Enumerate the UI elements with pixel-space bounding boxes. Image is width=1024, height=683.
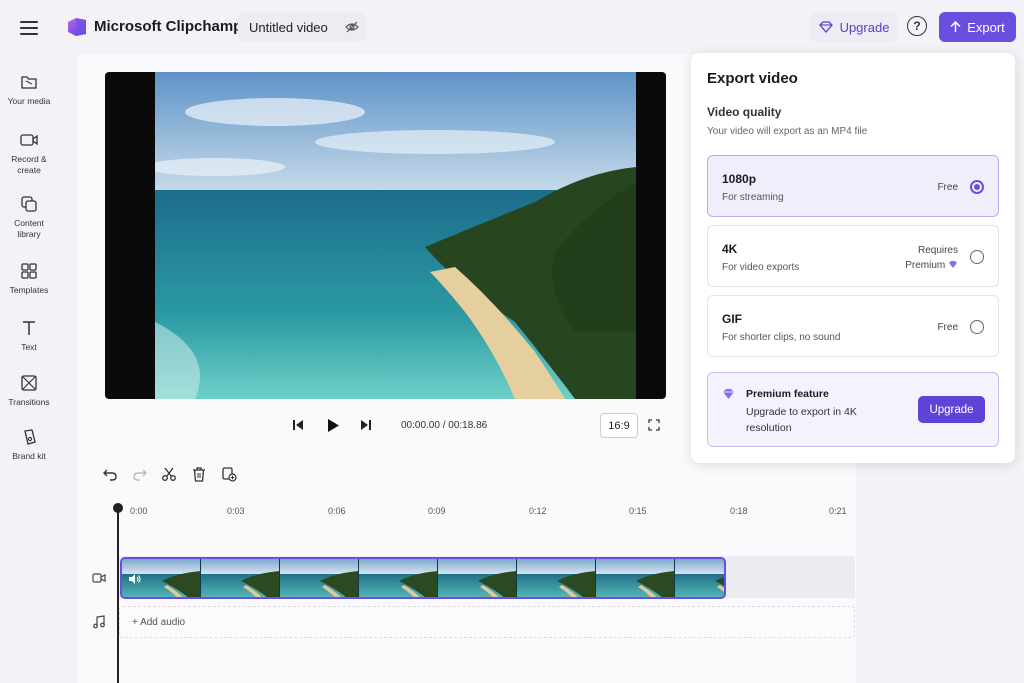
- app-name: Microsoft Clipchamp: [94, 18, 243, 35]
- option-tag: Requires Premium: [905, 243, 958, 273]
- export-button[interactable]: Export: [939, 12, 1016, 42]
- ruler-tick-label: 0:06: [328, 506, 346, 516]
- ruler-tick-label: 0:09: [428, 506, 446, 516]
- option-description: For streaming: [722, 192, 784, 203]
- skip-back-icon[interactable]: [292, 419, 304, 431]
- hidden-eye-icon[interactable]: [344, 19, 360, 35]
- folder-icon: [21, 76, 37, 89]
- top-bar: Microsoft Clipchamp Untitled video Upgra…: [0, 0, 1024, 54]
- export-panel-title: Export video: [707, 70, 798, 87]
- upgrade-button[interactable]: Upgrade: [810, 12, 898, 42]
- video-clip[interactable]: [120, 557, 726, 599]
- fullscreen-icon[interactable]: [648, 419, 660, 431]
- quality-option-4k[interactable]: 4K For video exports Requires Premium: [707, 225, 999, 287]
- option-name: GIF: [722, 312, 742, 326]
- transitions-icon: [21, 375, 37, 391]
- sidebar-item-label: Content library: [14, 218, 44, 239]
- premium-feature-banner: Premium feature Upgrade to export in 4K …: [707, 372, 999, 447]
- radio-unselected[interactable]: [970, 320, 984, 334]
- library-icon: [21, 196, 37, 212]
- project-title[interactable]: Untitled video: [238, 12, 366, 42]
- playhead[interactable]: [117, 510, 119, 683]
- templates-icon: [21, 263, 37, 279]
- video-track-icon: [92, 573, 106, 583]
- add-audio-label: + Add audio: [132, 617, 186, 628]
- clip-thumbnails: [122, 559, 724, 597]
- sidebar-item-content-library[interactable]: Content library: [0, 194, 58, 240]
- volume-icon[interactable]: [128, 573, 142, 585]
- ruler-tick-label: 0:15: [629, 506, 647, 516]
- undo-icon[interactable]: [102, 466, 118, 482]
- sidebar-item-text[interactable]: Text: [0, 318, 58, 353]
- skip-forward-icon[interactable]: [360, 419, 372, 431]
- clipchamp-logo: [68, 18, 86, 36]
- ruler-tick-label: 0:18: [730, 506, 748, 516]
- diamond-icon: [723, 389, 734, 399]
- option-name: 1080p: [722, 172, 757, 186]
- aspect-ratio-button[interactable]: 16:9: [600, 413, 638, 438]
- premium-heading: Premium feature: [746, 388, 829, 400]
- premium-text: Upgrade to export in 4K resolution: [746, 406, 857, 434]
- radio-selected[interactable]: [970, 180, 984, 194]
- sidebar-item-label: Templates: [9, 285, 49, 295]
- option-description: For shorter clips, no sound: [722, 332, 841, 343]
- sidebar-item-transitions[interactable]: Transitions: [0, 373, 58, 408]
- video-preview[interactable]: [105, 72, 666, 399]
- sidebar-item-label: Text: [21, 342, 37, 352]
- sidebar-item-label: Your media: [7, 96, 51, 106]
- radio-unselected[interactable]: [970, 250, 984, 264]
- playhead-handle[interactable]: [113, 503, 123, 513]
- timecode: 00:00.00 / 00:18.86: [401, 420, 488, 431]
- ruler-tick-label: 0:21: [829, 506, 847, 516]
- add-audio-row[interactable]: + Add audio: [119, 606, 855, 638]
- sidebar-item-label: Record & create: [11, 154, 47, 175]
- sidebar-item-label: Transitions: [8, 397, 50, 407]
- video-frame-image: [155, 72, 636, 399]
- quality-option-gif[interactable]: GIF For shorter clips, no sound Free: [707, 295, 999, 357]
- option-tag: Free: [937, 182, 958, 193]
- upgrade-label: Upgrade: [839, 19, 890, 35]
- sidebar-item-your-media[interactable]: Your media: [0, 72, 58, 107]
- option-name: 4K: [722, 242, 738, 256]
- sidebar-item-brand-kit[interactable]: Brand kit: [0, 427, 58, 462]
- help-button[interactable]: ?: [907, 16, 927, 36]
- ruler-tick-label: 0:12: [529, 506, 547, 516]
- brand-kit-icon: [24, 429, 36, 445]
- option-tag: Free: [937, 322, 958, 333]
- export-panel: Export video Video quality Your video wi…: [691, 53, 1015, 463]
- video-quality-subtext: Your video will export as an MP4 file: [707, 126, 868, 137]
- text-icon: [23, 321, 35, 335]
- split-scissors-icon[interactable]: [161, 466, 177, 482]
- export-label: Export: [967, 19, 1005, 35]
- menu-icon[interactable]: [18, 17, 40, 37]
- option-tag-line1: Requires: [917, 245, 958, 256]
- project-title-text: Untitled video: [249, 19, 328, 35]
- option-tag-line2: Premium: [905, 260, 946, 271]
- camera-icon: [20, 134, 38, 146]
- option-description: For video exports: [722, 262, 800, 273]
- play-icon[interactable]: [326, 418, 340, 433]
- quality-option-1080p[interactable]: 1080p For streaming Free: [707, 155, 999, 217]
- diamond-icon: [818, 21, 833, 33]
- video-quality-heading: Video quality: [707, 105, 782, 119]
- sidebar-item-templates[interactable]: Templates: [0, 261, 58, 296]
- delete-icon[interactable]: [191, 466, 207, 482]
- audio-track-icon: [93, 615, 105, 629]
- sidebar-item-record-create[interactable]: Record & create: [0, 130, 58, 176]
- duplicate-icon[interactable]: [221, 466, 237, 482]
- premium-diamond-icon: [949, 261, 957, 268]
- ruler-tick-label: 0:00: [130, 506, 148, 516]
- arrow-up-icon: [950, 21, 961, 32]
- sidebar-item-label: Brand kit: [12, 451, 46, 461]
- redo-icon[interactable]: [132, 466, 148, 482]
- ruler-tick-label: 0:03: [227, 506, 245, 516]
- premium-upgrade-button[interactable]: Upgrade: [918, 396, 985, 423]
